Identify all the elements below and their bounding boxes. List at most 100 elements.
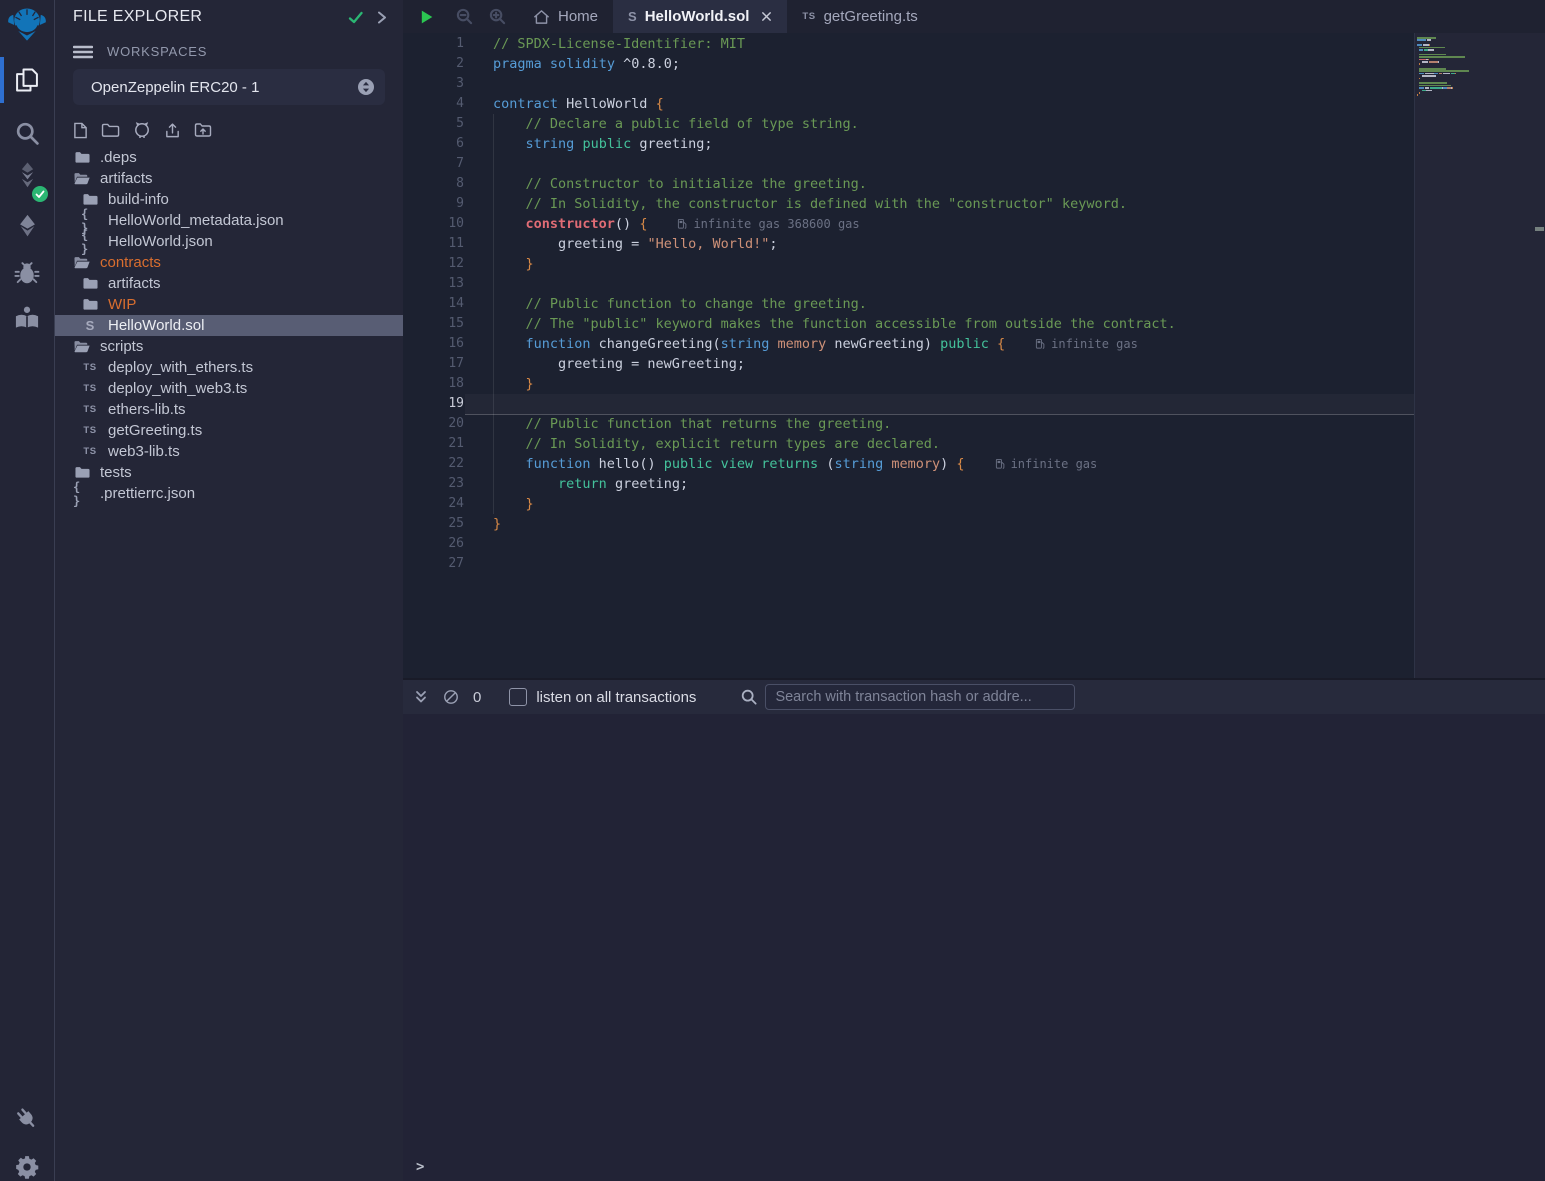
deploy-run-icon[interactable] [0,202,54,248]
code-line: } [493,374,1414,394]
file-explorer-icon[interactable] [0,57,54,103]
github-icon[interactable] [133,121,151,139]
code-line: // In Solidity, the constructor is defin… [493,194,1414,214]
tree-item-deploy_with_web3.ts[interactable]: TSdeploy_with_web3.ts [55,378,403,399]
tree-item-contracts[interactable]: contracts [55,252,403,273]
code-line: } [493,494,1414,514]
code-line: pragma solidity ^0.8.0; [493,54,1414,74]
terminal-toolbar: 0 listen on all transactions [403,678,1545,714]
tree-item-HelloWorld.json[interactable]: { }HelloWorld.json [55,231,403,252]
code-line: constructor() {infinite gas 368600 gas [493,214,1414,234]
file-explorer-header: FILE EXPLORER [55,0,403,34]
check-icon [348,11,363,24]
solidity-compiler-icon[interactable] [0,153,54,199]
remix-ide-window: FILE EXPLORER WORKSPACES OpenZeppelin ER… [0,0,1545,1181]
code-line: return greeting; [493,474,1414,494]
publish-gist-icon[interactable] [164,122,181,139]
code-line [493,394,1414,414]
folder-icon [81,298,99,311]
listen-label: listen on all transactions [536,689,696,706]
remix-logo-icon[interactable] [0,2,54,48]
listen-checkbox[interactable] [509,688,527,706]
folder-open-icon [73,172,91,185]
new-folder-icon[interactable] [101,123,120,138]
gas-estimate-hint: infinite gas [995,454,1098,474]
ts-icon: TS [81,425,99,436]
upload-folder-icon[interactable] [194,122,212,138]
terminal[interactable]: > [403,714,1545,1181]
expand-terminal-icon[interactable] [414,690,428,704]
close-icon[interactable] [761,11,772,22]
clear-console-icon[interactable] [443,689,459,705]
folder-icon [81,277,99,290]
debugger-icon[interactable] [0,250,54,296]
tree-item-scripts[interactable]: scripts [55,336,403,357]
gas-estimate-hint: infinite gas [1035,334,1138,354]
code-line: // In Solidity, explicit return types ar… [493,434,1414,454]
file-explorer-panel: FILE EXPLORER WORKSPACES OpenZeppelin ER… [55,0,403,1181]
tree-item-artifacts[interactable]: artifacts [55,168,403,189]
tab-home[interactable]: Home [518,0,613,33]
code-lines: // SPDX-License-Identifier: MITpragma so… [493,34,1414,574]
folder-open-icon [73,340,91,353]
folder-icon [73,151,91,164]
workspace-stepper-icon[interactable] [357,78,375,96]
ts-icon: TS [81,446,99,457]
tree-item-getGreeting.ts[interactable]: TSgetGreeting.ts [55,420,403,441]
terminal-prompt: > [416,1159,424,1175]
zoom-in-icon[interactable] [489,0,506,33]
tab-label: HelloWorld.sol [645,8,750,25]
tree-item-web3-lib.ts[interactable]: TSweb3-lib.ts [55,441,403,462]
ts-icon: TS [81,362,99,373]
code-line: function hello() public view returns (st… [493,454,1414,474]
code-line [493,274,1414,294]
tree-item-HelloWorld.sol[interactable]: SHelloWorld.sol [55,315,403,336]
chevron-right-icon[interactable] [377,10,387,25]
code-line [493,534,1414,554]
line-numbers: 1234567891011121314151617181920212223242… [403,34,464,574]
tree-item-WIP[interactable]: WIP [55,294,403,315]
search-icon[interactable] [0,110,54,156]
compile-success-badge [32,186,48,202]
folder-icon [81,193,99,206]
search-icon [741,689,757,705]
tree-item-.deps[interactable]: .deps [55,147,403,168]
tab-helloworld-sol[interactable]: S HelloWorld.sol [613,0,787,33]
settings-icon[interactable] [0,1144,54,1181]
file-tree: .depsartifactsbuild-info{ }HelloWorld_me… [55,147,403,504]
gas-estimate-hint: infinite gas 368600 gas [677,214,859,234]
minimap-zone [1414,33,1545,678]
workspace-select[interactable]: OpenZeppelin ERC20 - 1 [73,69,385,105]
hamburger-menu-icon[interactable] [73,45,93,59]
panel-title: FILE EXPLORER [73,8,334,26]
transaction-count: 0 [473,689,481,706]
workspaces-label: WORKSPACES [107,44,207,59]
transaction-search-input[interactable] [765,684,1075,710]
tab-getgreeting-ts[interactable]: TS getGreeting.ts [787,0,932,33]
activity-bar [0,0,55,1181]
code-editor[interactable]: 1234567891011121314151617181920212223242… [403,33,1545,678]
play-icon[interactable] [419,0,434,33]
code-line: } [493,254,1414,274]
zoom-out-icon[interactable] [456,0,473,33]
tree-item-deploy_with_ethers.ts[interactable]: TSdeploy_with_ethers.ts [55,357,403,378]
code-line: greeting = newGreeting; [493,354,1414,374]
code-line: // The "public" keyword makes the functi… [493,314,1414,334]
learneth-icon[interactable] [0,295,54,341]
code-line: // SPDX-License-Identifier: MIT [493,34,1414,54]
minimap[interactable] [1417,37,1533,102]
code-line: // Public function to change the greetin… [493,294,1414,314]
json-icon: { } [73,480,91,508]
tree-item-tests[interactable]: tests [55,462,403,483]
code-line: function changeGreeting(string memory ne… [493,334,1414,354]
tree-item-ethers-lib.ts[interactable]: TSethers-lib.ts [55,399,403,420]
tree-item-.prettierrc.json[interactable]: { }.prettierrc.json [55,483,403,504]
json-icon: { } [81,228,99,256]
plugin-manager-icon[interactable] [0,1096,54,1142]
new-file-icon[interactable] [73,122,88,139]
tree-item-HelloWorld_metadata.json[interactable]: { }HelloWorld_metadata.json [55,210,403,231]
tree-item-build-info[interactable]: build-info [55,189,403,210]
tree-item-artifacts[interactable]: artifacts [55,273,403,294]
scrollbar-marker[interactable] [1535,227,1544,231]
file-explorer-actions [55,105,403,145]
